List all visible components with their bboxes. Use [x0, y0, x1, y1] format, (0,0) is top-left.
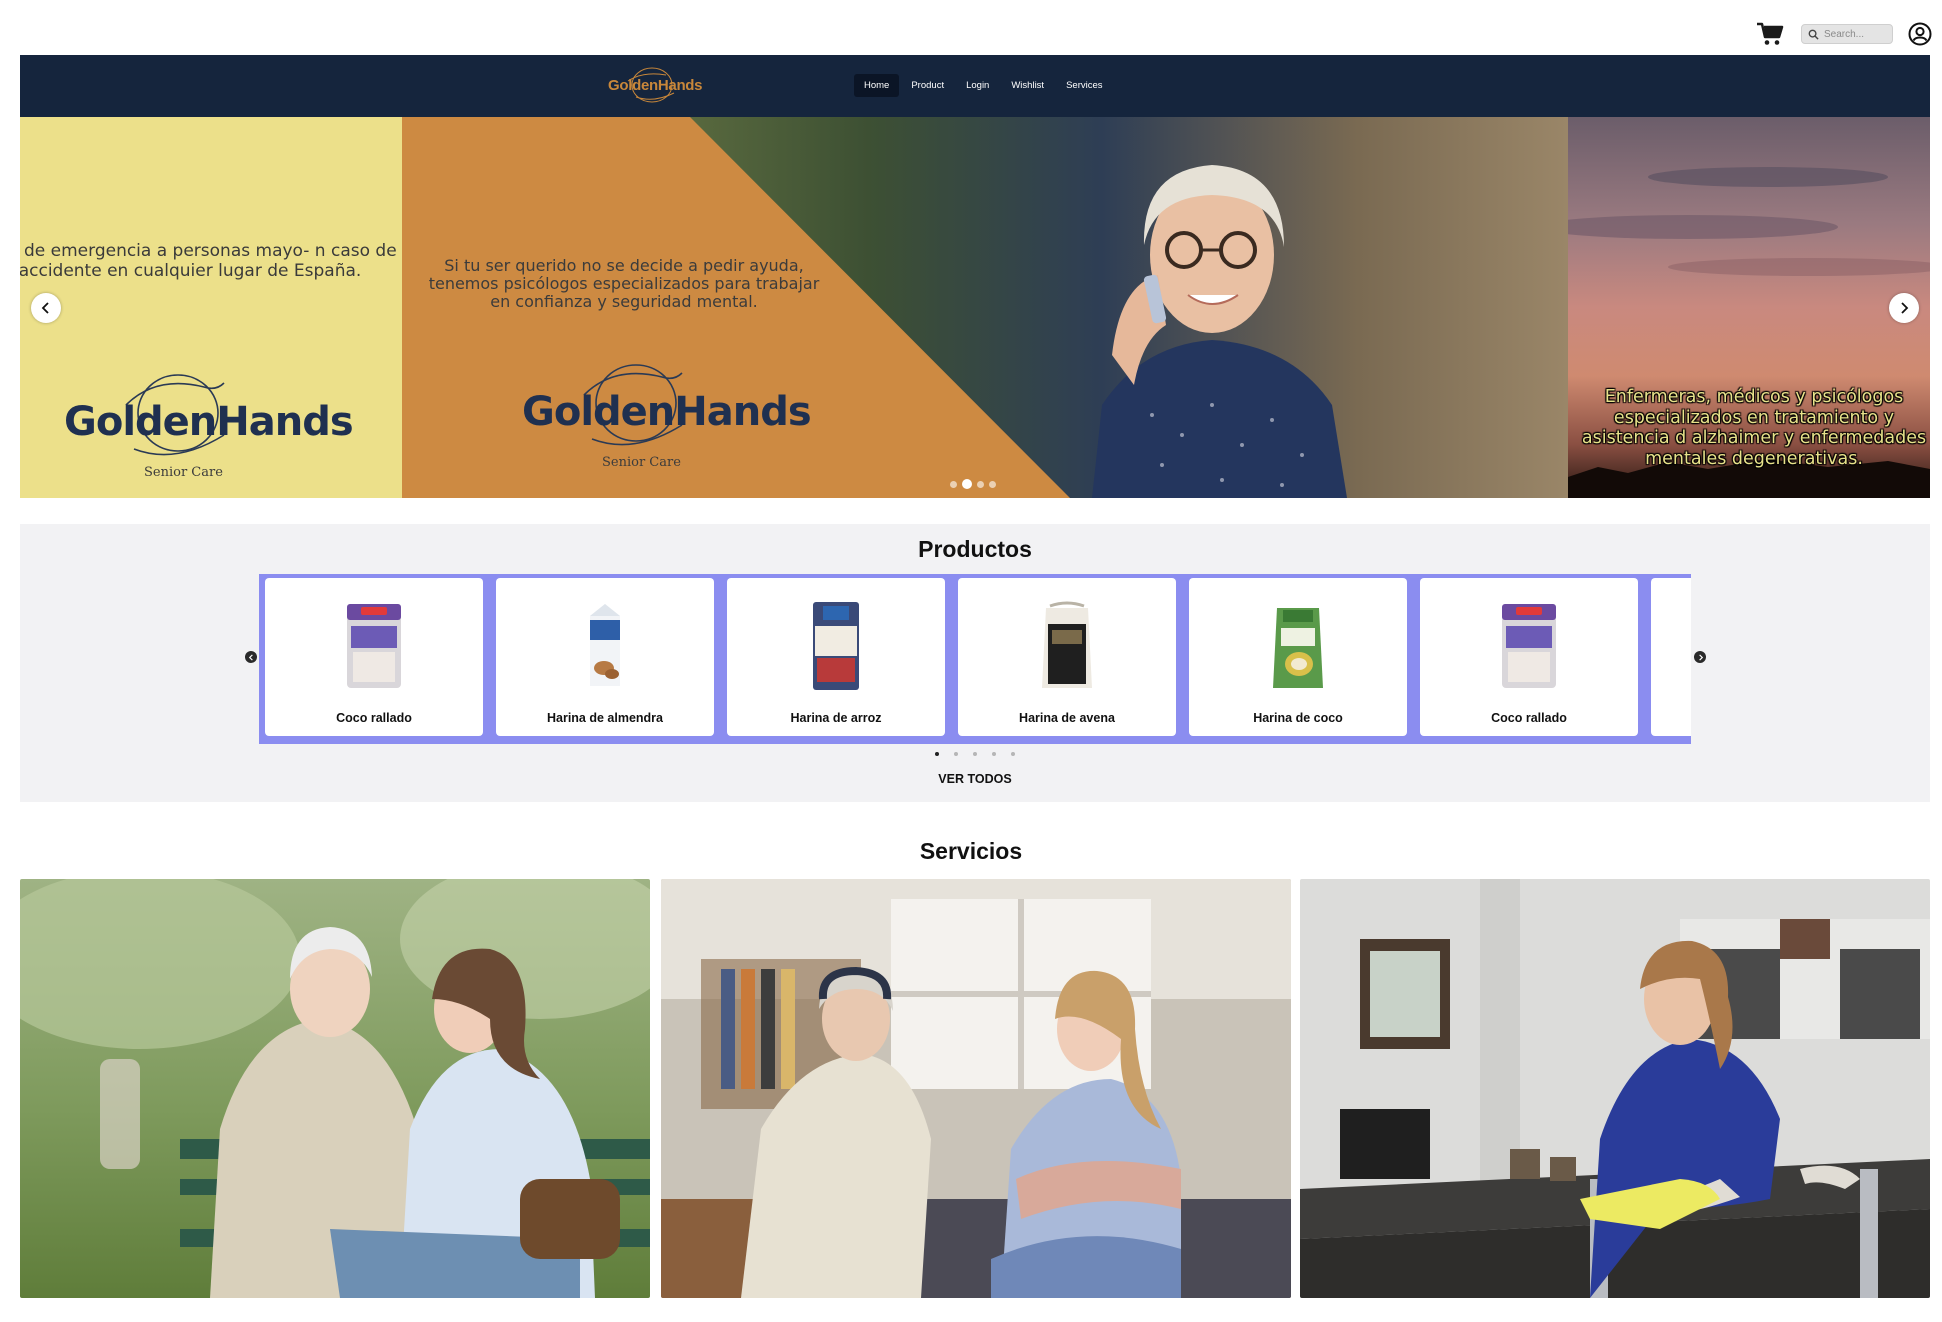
logo-text: GoldenHands: [608, 77, 703, 94]
services-title: Servicios: [919, 838, 1023, 864]
brand-name: GoldenHands: [522, 389, 812, 435]
product-name: Coco rallado: [336, 711, 412, 725]
service-card-companion[interactable]: [661, 879, 1291, 1298]
oat-flour-bag-icon: [1032, 598, 1102, 693]
companion-home-photo: [661, 879, 1291, 1298]
product-card[interactable]: Harina de arroz: [727, 578, 945, 736]
brand-sub: Senior Care: [144, 465, 223, 480]
products-title: Productos: [918, 536, 1032, 562]
hero-prev-button[interactable]: [31, 293, 61, 323]
search-box[interactable]: [1801, 24, 1893, 44]
coconut-bag-icon: [1494, 598, 1564, 693]
top-utility-bar: [0, 0, 1942, 55]
cleaning-service-photo: [1300, 879, 1930, 1298]
view-all-link[interactable]: VER TODOS: [20, 772, 1930, 786]
coconut-flour-bag-icon: [1263, 598, 1333, 693]
search-icon: [1808, 29, 1819, 40]
products-section: Productos Coco rallado Harina de almendra…: [20, 524, 1930, 802]
product-card-peek[interactable]: [1651, 578, 1691, 736]
chevron-right-icon: [1901, 302, 1909, 314]
hero-slide-alzheimer: Enfermeras, médicos y psicólogos especia…: [1568, 117, 1930, 498]
product-card[interactable]: Harina de coco: [1189, 578, 1407, 736]
product-dot[interactable]: [954, 752, 958, 756]
product-dot[interactable]: [1011, 752, 1015, 756]
user-account-icon[interactable]: [1908, 22, 1932, 46]
service-card-cleaning[interactable]: [1300, 879, 1930, 1298]
hero-dot[interactable]: [962, 479, 972, 489]
elderly-woman-phone-photo: [1092, 165, 1347, 498]
hero-dot[interactable]: [989, 480, 996, 488]
nav-wishlist[interactable]: Wishlist: [1001, 74, 1054, 97]
hero-dot[interactable]: [950, 480, 957, 488]
hero-slide-emergency: ncia de emergencia a personas mayo- n ca…: [20, 117, 402, 498]
product-dot[interactable]: [973, 752, 977, 756]
nav-services[interactable]: Services: [1056, 74, 1112, 97]
slide-text: Enfermeras, médicos y psicólogos especia…: [1581, 387, 1927, 469]
product-card[interactable]: Harina de almendra: [496, 578, 714, 736]
brand-logo: GoldenHands Senior Care: [514, 355, 812, 475]
product-dot[interactable]: [935, 752, 939, 756]
search-input[interactable]: [1824, 28, 1890, 40]
cart-icon[interactable]: [1756, 21, 1784, 47]
hero-next-button[interactable]: [1889, 293, 1919, 323]
products-carousel: Coco rallado Harina de almendra Harina de …: [259, 574, 1691, 744]
products-next-button[interactable]: [1694, 651, 1706, 663]
product-name: Harina de almendra: [546, 711, 663, 725]
product-name: Harina de avena: [1019, 711, 1115, 725]
nav-links: Home Product Login Wishlist Services: [854, 74, 1113, 97]
slide-text: Si tu ser querido no se decide a pedir a…: [428, 256, 820, 311]
almond-carton-icon: [570, 598, 640, 693]
nav-product[interactable]: Product: [901, 74, 954, 97]
brand-sub: Senior Care: [602, 455, 681, 470]
hero-slide-psychologists: Si tu ser querido no se decide a pedir a…: [402, 117, 1568, 498]
caregiver-park-photo: [20, 879, 650, 1298]
product-name: Harina de arroz: [790, 711, 882, 725]
nav-home[interactable]: Home: [854, 74, 900, 97]
site-logo[interactable]: GoldenHands: [588, 63, 718, 109]
hero-carousel: ncia de emergencia a personas mayo- n ca…: [20, 117, 1930, 498]
product-name: Harina de coco: [1253, 711, 1343, 725]
brand-name: GoldenHands: [64, 399, 354, 445]
product-name: Coco rallado: [1491, 711, 1567, 725]
chevron-right-icon: [1698, 653, 1703, 661]
product-dot[interactable]: [992, 752, 996, 756]
service-card-caregiver[interactable]: [20, 879, 650, 1298]
slide-text: ncia de emergencia a personas mayo- n ca…: [20, 241, 397, 281]
products-pagination: [935, 752, 1015, 756]
product-card[interactable]: Coco rallado: [265, 578, 483, 736]
brand-logo: GoldenHands Senior Care: [56, 365, 354, 485]
product-card[interactable]: Harina de avena: [958, 578, 1176, 736]
main-navbar: GoldenHands Home Product Login Wishlist …: [20, 55, 1930, 117]
chevron-left-icon: [248, 653, 253, 661]
coconut-bag-icon: [339, 598, 409, 693]
product-card[interactable]: Coco rallado: [1420, 578, 1638, 736]
hero-pagination: [950, 479, 996, 489]
products-prev-button[interactable]: [245, 651, 257, 663]
hero-dot[interactable]: [977, 480, 984, 488]
nav-login[interactable]: Login: [956, 74, 999, 97]
rice-flour-bag-icon: [801, 598, 871, 693]
chevron-left-icon: [41, 302, 49, 314]
